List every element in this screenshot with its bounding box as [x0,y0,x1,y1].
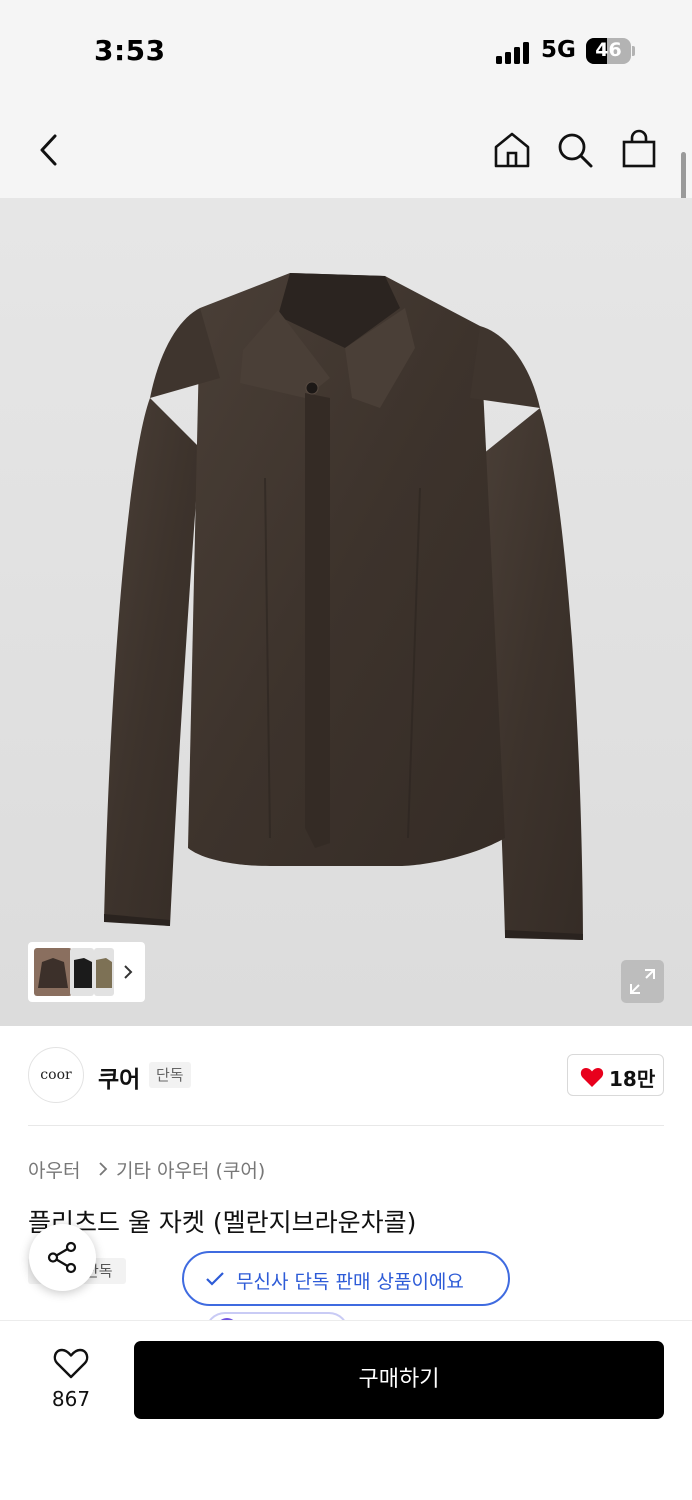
status-time: 3:53 [94,34,166,67]
share-button[interactable] [29,1224,96,1291]
exclusive-notice-badge[interactable]: 무신사 단독 판매 상품이에요 [182,1251,510,1306]
home-icon[interactable] [493,131,531,169]
exclusive-notice-text: 무신사 단독 판매 상품이에요 [236,1271,464,1293]
product-image-gallery[interactable] [0,198,692,1026]
shopping-bag-icon[interactable] [621,129,657,169]
heart-outline-icon [53,1348,89,1379]
heart-icon [580,1068,604,1087]
buy-button[interactable]: 구매하기 [134,1341,664,1419]
thumbnail-khaki-jacket[interactable] [94,948,114,996]
chevron-right-icon[interactable] [122,964,134,980]
breadcrumb-subcategory[interactable]: 기타 아우터 (쿠어) [116,1156,265,1183]
share-icon [47,1241,77,1274]
battery-level: 46 [595,39,622,61]
breadcrumb-chevron-icon [99,1162,108,1176]
battery-tip [632,46,635,56]
breadcrumb-category[interactable]: 아우터 [28,1156,80,1183]
brand-like-button[interactable]: 18만 [567,1054,664,1096]
brand-logo[interactable]: coor [28,1047,84,1103]
top-header: 3:53 5G 46 [0,0,692,198]
expand-image-button[interactable] [621,960,664,1003]
check-icon [206,1272,224,1286]
thumbnail-brown-jacket[interactable] [34,948,72,996]
wishlist-count: 867 [51,1387,91,1411]
network-type: 5G [541,37,576,63]
battery-icon: 46 [586,38,631,64]
search-icon[interactable] [556,131,594,169]
divider [28,1125,664,1126]
expand-icon [630,969,655,994]
chevron-left-icon[interactable] [36,133,64,167]
brand-name[interactable]: 쿠어 [98,1060,140,1094]
thumbnail-strip[interactable] [28,942,145,1002]
brand-like-count: 18만 [609,1067,656,1091]
wishlist-button[interactable]: 867 [40,1345,102,1413]
thumbnail-black-jacket[interactable] [70,948,94,996]
signal-icon [496,40,532,64]
brand-exclusive-tag: 단독 [149,1062,191,1088]
jacket-image [104,273,583,940]
